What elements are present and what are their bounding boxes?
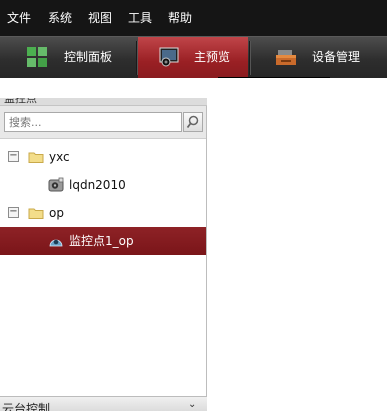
tree-node-yxc[interactable]: − yxc — [0, 143, 206, 171]
collapse-toggle[interactable]: − — [8, 151, 19, 162]
grid-icon — [26, 46, 48, 68]
chevron-down-icon[interactable]: ⌄ — [188, 399, 196, 410]
panel-title: 监控点 — [4, 98, 37, 105]
ptz-control-label: 云台控制 — [2, 402, 51, 411]
camera-icon — [48, 233, 64, 249]
folder-icon — [28, 149, 44, 165]
menu-view[interactable]: 视图 — [88, 10, 112, 26]
folder-icon — [28, 205, 44, 221]
ptz-control-header[interactable]: 云台控制 ⌄ — [0, 396, 207, 411]
main-preview-label: 主预览 — [194, 50, 231, 64]
menu-file[interactable]: 文件 — [7, 10, 31, 26]
control-panel-button[interactable]: 控制面板 — [0, 37, 134, 78]
menu-tools[interactable]: 工具 — [128, 10, 152, 26]
device-management-button[interactable]: 设备管理 — [251, 37, 387, 78]
tree-node-label: yxc — [49, 150, 70, 164]
main-toolbar: 控制面板 主预览 设备管理 — [0, 36, 387, 78]
menu-system[interactable]: 系统 — [48, 10, 72, 26]
search-input[interactable] — [4, 112, 182, 132]
tree-node-camera-1-op[interactable]: 监控点1_op — [0, 227, 206, 255]
main-preview-button[interactable]: 主预览 — [138, 37, 248, 78]
control-panel-label: 控制面板 — [64, 50, 113, 64]
device-management-label: 设备管理 — [312, 50, 361, 64]
panel-header: 监控点 — [0, 98, 207, 106]
toolbar-divider — [249, 41, 250, 75]
search-button[interactable] — [183, 112, 203, 132]
device-tree: − yxc lqdn2010 − op 监控点1_op — [0, 138, 206, 396]
tree-node-label: op — [49, 206, 64, 220]
device-box-icon — [275, 46, 297, 68]
dvr-device-icon — [48, 177, 64, 193]
tree-node-op[interactable]: − op — [0, 199, 206, 227]
collapse-toggle[interactable]: − — [8, 207, 19, 218]
tree-node-label: lqdn2010 — [69, 178, 126, 192]
tree-node-label: 监控点1_op — [69, 234, 134, 248]
search-icon — [184, 115, 202, 135]
monitor-camera-icon — [158, 46, 180, 68]
menu-help[interactable]: 帮助 — [168, 10, 192, 26]
toolbar-underline — [218, 77, 330, 78]
toolbar-divider — [136, 41, 137, 75]
tree-node-lqdn2010[interactable]: lqdn2010 — [0, 171, 206, 199]
menu-bar: 文件 系统 视图 工具 帮助 — [0, 0, 387, 36]
